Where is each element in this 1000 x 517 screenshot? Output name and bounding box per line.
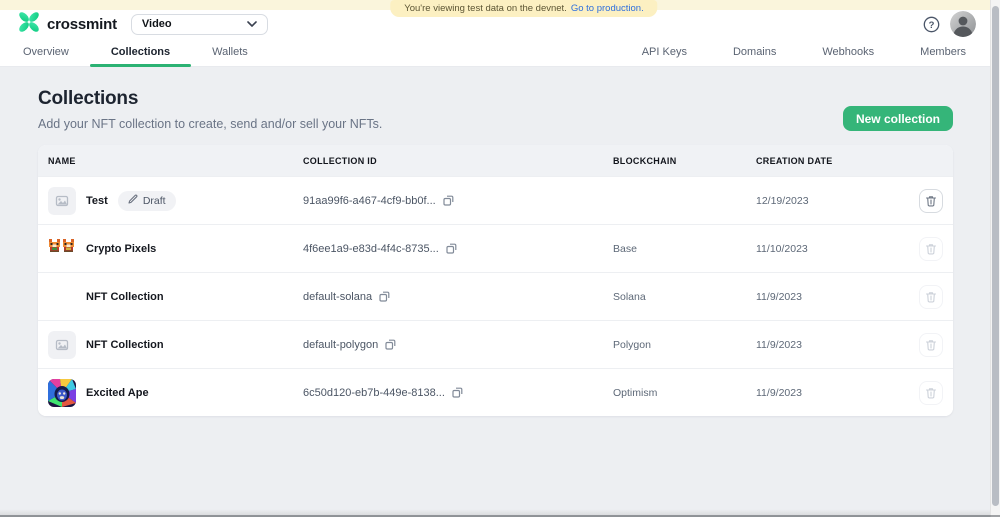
- crossmint-logo-icon: [18, 11, 40, 38]
- column-header-blockchain: BLOCKCHAIN: [613, 155, 677, 166]
- creation-date: 11/9/2023: [756, 290, 802, 303]
- blockchain: Base: [613, 242, 637, 255]
- collection-name: NFT Collection: [86, 338, 164, 351]
- copy-icon[interactable]: [445, 242, 458, 255]
- table-row[interactable]: Test Draft 91aa99f6-a467-4cf9-bb0f... 12…: [38, 176, 953, 224]
- status-badge-label: Draft: [142, 194, 166, 207]
- collection-name: Test: [86, 194, 108, 207]
- copy-icon[interactable]: [378, 290, 391, 303]
- new-collection-button[interactable]: New collection: [842, 106, 953, 131]
- copy-icon[interactable]: [384, 338, 397, 351]
- scrollbar-thumb[interactable]: [992, 6, 999, 506]
- pixel-foxes-thumbnail: [48, 234, 76, 263]
- table-row[interactable]: Crypto Pixels 4f6ee1a9-e83d-4f4c-8735...…: [38, 224, 953, 272]
- tab-domains[interactable]: Domains: [733, 46, 776, 58]
- collection-id: 91aa99f6-a467-4cf9-bb0f...: [303, 194, 436, 207]
- image-placeholder-thumbnail: [48, 330, 76, 359]
- avatar[interactable]: [950, 11, 976, 37]
- collection-name: NFT Collection: [86, 290, 164, 303]
- blockchain: Optimism: [613, 386, 658, 399]
- trash-icon[interactable]: [919, 236, 943, 261]
- scrollbar[interactable]: [990, 0, 1000, 517]
- creation-date: 12/19/2023: [756, 194, 809, 207]
- creation-date: 11/9/2023: [756, 338, 802, 351]
- tab-members[interactable]: Members: [920, 46, 966, 58]
- collections-table: NAME COLLECTION ID BLOCKCHAIN CREATION D…: [38, 145, 953, 416]
- copy-icon[interactable]: [442, 194, 455, 207]
- go-to-production-link[interactable]: Go to production.: [571, 3, 644, 14]
- column-header-name: NAME: [48, 155, 76, 166]
- tab-api-keys[interactable]: API Keys: [642, 46, 687, 58]
- page-subtitle: Add your NFT collection to create, send …: [38, 117, 383, 131]
- trash-icon[interactable]: [919, 284, 943, 309]
- collection-name: Excited Ape: [86, 386, 149, 399]
- collection-id: default-polygon: [303, 338, 379, 351]
- table-body: Test Draft 91aa99f6-a467-4cf9-bb0f... 12…: [38, 176, 953, 416]
- column-header-collection-id: COLLECTION ID: [303, 155, 377, 166]
- column-header-creation-date: CREATION DATE: [756, 155, 833, 166]
- collection-id: 4f6ee1a9-e83d-4f4c-8735...: [303, 242, 439, 255]
- page-title: Collections: [38, 88, 139, 109]
- crossmint-logo-thumbnail: [48, 283, 76, 311]
- collection-id: default-solana: [303, 290, 373, 303]
- tab-collections[interactable]: Collections: [89, 38, 192, 67]
- blockchain: Polygon: [613, 338, 651, 351]
- copy-icon[interactable]: [451, 386, 464, 399]
- banner-message: You're viewing test data on the devnet.: [404, 3, 567, 14]
- devnet-banner: You're viewing test data on the devnet. …: [390, 0, 658, 17]
- table-row[interactable]: NFT Collection default-polygon Polygon 1…: [38, 320, 953, 368]
- brand[interactable]: crossmint: [18, 11, 117, 38]
- table-row[interactable]: NFT Collection default-solana Solana 11/…: [38, 272, 953, 320]
- main-content: Collections Add your NFT collection to c…: [38, 67, 953, 416]
- creation-date: 11/9/2023: [756, 386, 802, 399]
- svg-text:?: ?: [929, 20, 935, 31]
- collection-id: 6c50d120-eb7b-449e-8138...: [303, 386, 445, 399]
- table-row[interactable]: Excited Ape 6c50d120-eb7b-449e-8138... O…: [38, 368, 953, 416]
- tab-webhooks[interactable]: Webhooks: [822, 46, 874, 58]
- collection-name: Crypto Pixels: [86, 242, 157, 255]
- excited-ape-thumbnail: [48, 379, 76, 407]
- creation-date: 11/10/2023: [756, 242, 808, 255]
- project-dropdown[interactable]: Video: [130, 13, 268, 35]
- trash-icon[interactable]: [919, 332, 943, 357]
- chevron-down-icon: [247, 21, 257, 27]
- primary-nav: Overview Collections Wallets API Keys Do…: [0, 38, 1000, 67]
- tab-wallets[interactable]: Wallets: [191, 38, 269, 66]
- status-badge: Draft: [117, 190, 176, 211]
- trash-icon[interactable]: [919, 188, 943, 213]
- blockchain: Solana: [613, 290, 646, 303]
- brand-name: crossmint: [47, 15, 117, 33]
- project-dropdown-value: Video: [141, 18, 172, 30]
- pencil-icon: [128, 194, 138, 207]
- table-header: NAME COLLECTION ID BLOCKCHAIN CREATION D…: [38, 145, 953, 176]
- help-icon[interactable]: ?: [923, 16, 940, 33]
- tab-overview[interactable]: Overview: [23, 38, 90, 66]
- image-placeholder-thumbnail: [48, 186, 76, 215]
- trash-icon[interactable]: [919, 380, 943, 405]
